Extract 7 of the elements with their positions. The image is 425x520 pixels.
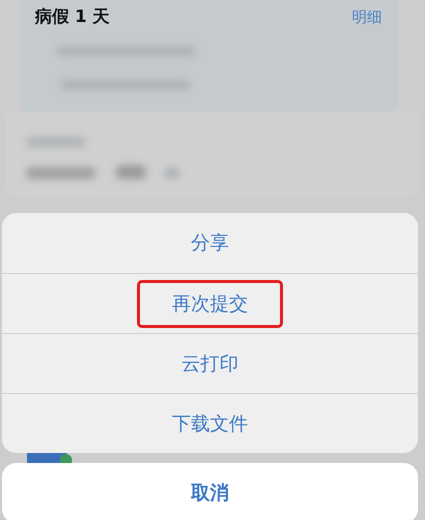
sheet-option[interactable]: 分享: [181, 224, 239, 262]
status-icon: [60, 454, 72, 463]
sheet-option[interactable]: 下载文件: [162, 404, 258, 442]
sheet-option[interactable]: 云打印: [172, 344, 248, 382]
detail-link[interactable]: 明细: [352, 5, 382, 29]
leave-title: 病假 1 天: [35, 6, 110, 29]
cancel-button[interactable]: 取消: [2, 463, 418, 520]
